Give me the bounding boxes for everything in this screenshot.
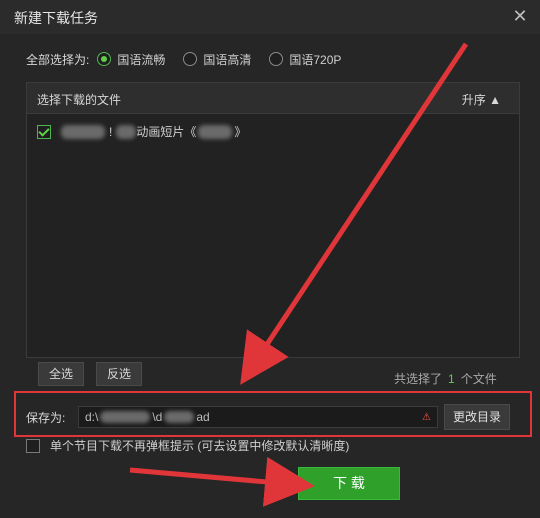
dialog-title: 新建下载任务 <box>14 10 98 26</box>
save-label: 保存为: <box>26 410 66 425</box>
radio-quality-smooth[interactable]: 国语流畅 <box>97 51 165 68</box>
blurred-text <box>164 411 195 423</box>
no-popup-checkbox[interactable] <box>26 438 40 453</box>
file-list-panel: 选择下载的文件 升序 ▲ ! 动画短片《 》 <box>26 82 520 358</box>
file-name: 动画短片《 <box>136 125 197 139</box>
title-bar: 新建下载任务 ✕ <box>0 0 540 34</box>
file-list-title: 选择下载的文件 <box>37 93 122 107</box>
file-name-end: 》 <box>234 125 247 139</box>
invert-selection-button[interactable]: 反选 <box>96 362 143 386</box>
blurred-text <box>61 124 105 139</box>
sort-label: 升序 <box>461 93 486 107</box>
text-separator: ! <box>109 124 113 139</box>
select-all-button[interactable]: 全选 <box>38 362 85 386</box>
radio-label: 国语流畅 <box>117 52 166 67</box>
count-prefix: 共选择了 <box>394 372 443 386</box>
file-list-header: 选择下载的文件 升序 ▲ <box>27 83 519 114</box>
count-value: 1 <box>448 372 455 386</box>
change-directory-button[interactable]: 更改目录 <box>444 404 511 430</box>
file-item[interactable]: ! 动画短片《 》 <box>37 123 246 140</box>
no-popup-option[interactable]: 单个节目下载不再弹框提示 (可去设置中修改默认清晰度) <box>26 437 349 454</box>
radio-quality-hd[interactable]: 国语高清 <box>183 51 251 68</box>
selection-count: 共选择了 1 个文件 <box>394 370 497 387</box>
count-suffix: 个文件 <box>460 372 497 386</box>
path-start: d:\ <box>85 410 99 424</box>
close-icon[interactable]: ✕ <box>510 6 530 26</box>
download-button[interactable]: 下 载 <box>298 467 400 500</box>
no-popup-label: 单个节目下载不再弹框提示 (可去设置中修改默认清晰度) <box>50 439 350 453</box>
radio-label: 国语720P <box>289 52 342 67</box>
sort-button[interactable]: 升序 ▲ <box>462 91 501 108</box>
save-path-input[interactable]: d:\ \d ad ⚠ <box>78 406 438 428</box>
path-mid: \d <box>152 410 163 424</box>
radio-dot-icon <box>183 52 198 66</box>
file-checkbox[interactable] <box>37 124 51 139</box>
folder-icon: ⚠ <box>422 411 431 423</box>
blurred-text <box>198 124 233 139</box>
blurred-text <box>116 124 137 139</box>
path-end: ad <box>196 410 210 424</box>
save-path-row: 保存为: d:\ \d ad ⚠ 更改目录 <box>26 404 511 430</box>
blurred-text <box>100 411 151 423</box>
radio-dot-icon <box>269 52 284 66</box>
quality-label: 全部选择为: <box>26 52 90 67</box>
quality-select-row: 全部选择为: 国语流畅 国语高清 国语720P <box>26 50 359 68</box>
radio-dot-icon <box>97 52 112 66</box>
annotation-arrow-right <box>129 456 315 507</box>
radio-label: 国语高清 <box>203 52 252 67</box>
radio-quality-720p[interactable]: 国语720P <box>269 51 341 68</box>
download-dialog: 新建下载任务 ✕ 全部选择为: 国语流畅 国语高清 国语720P 选择下载的文件… <box>0 0 540 518</box>
